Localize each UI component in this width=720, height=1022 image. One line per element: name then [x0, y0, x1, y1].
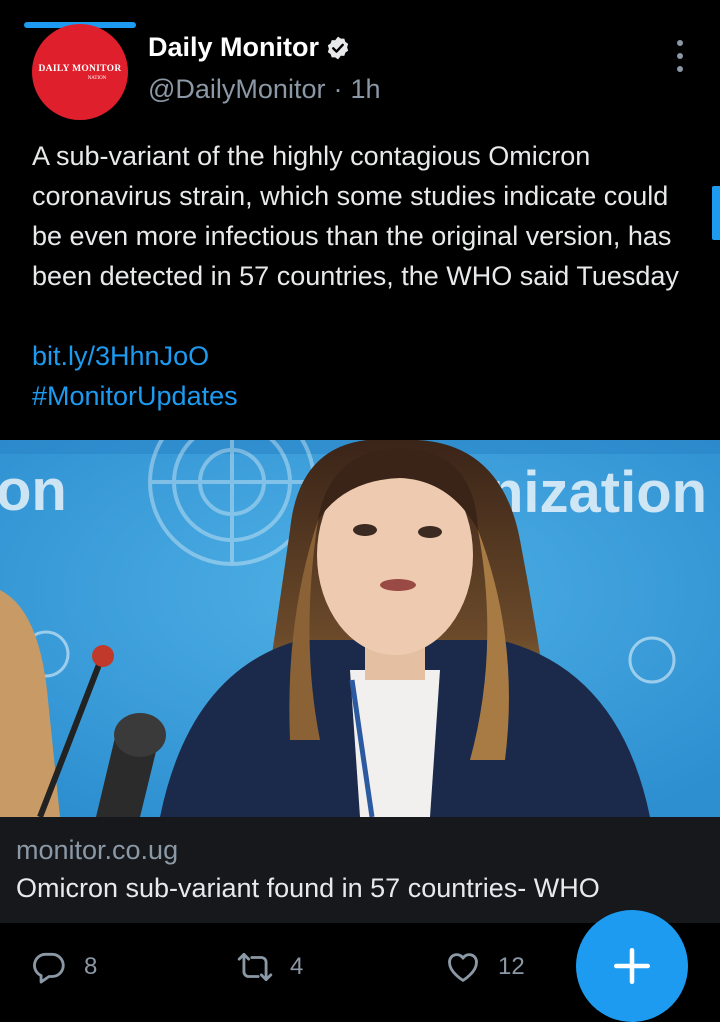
- backdrop-text-right: nization: [488, 460, 707, 525]
- tweet-text: A sub-variant of the highly contagious O…: [32, 141, 679, 291]
- display-name[interactable]: Daily Monitor: [148, 32, 319, 63]
- name-row: Daily Monitor: [148, 32, 351, 63]
- reply-button[interactable]: 8: [30, 948, 97, 986]
- avatar-brand-text: DAILY MONITOR: [38, 63, 122, 74]
- tweet-meta: @DailyMonitor · 1h: [148, 74, 381, 105]
- heart-icon: [448, 953, 478, 982]
- more-vertical-icon[interactable]: [668, 40, 692, 72]
- link-card-image[interactable]: on nization: [0, 440, 720, 817]
- retweet-icon: [237, 952, 273, 982]
- retweet-button[interactable]: 4: [236, 948, 303, 986]
- hashtag-link[interactable]: #MonitorUpdates: [32, 376, 238, 416]
- timestamp[interactable]: 1h: [350, 74, 380, 104]
- backdrop-text-left: on: [0, 458, 67, 523]
- scroll-indicator[interactable]: [712, 186, 720, 240]
- link-card-footer[interactable]: monitor.co.ug Omicron sub-variant found …: [0, 817, 720, 923]
- card-title: Omicron sub-variant found in 57 countrie…: [16, 873, 600, 903]
- like-button[interactable]: 12: [444, 948, 525, 986]
- verified-badge-icon: [327, 36, 349, 59]
- avatar[interactable]: DAILY MONITOR NATION: [32, 24, 128, 120]
- press-conference-photo: on nization: [0, 440, 720, 817]
- reply-icon: [33, 952, 65, 984]
- avatar-sub-text: NATION: [87, 75, 107, 81]
- reply-count: 8: [84, 953, 98, 980]
- like-count: 12: [498, 953, 525, 980]
- compose-tweet-button[interactable]: [576, 910, 688, 1022]
- handle[interactable]: @DailyMonitor: [148, 74, 325, 104]
- card-domain: monitor.co.ug: [16, 835, 179, 865]
- meta-separator: ·: [333, 74, 343, 104]
- plus-icon: [613, 947, 651, 985]
- tweet-link[interactable]: bit.ly/3HhnJoO: [32, 336, 209, 376]
- retweet-count: 4: [290, 953, 304, 980]
